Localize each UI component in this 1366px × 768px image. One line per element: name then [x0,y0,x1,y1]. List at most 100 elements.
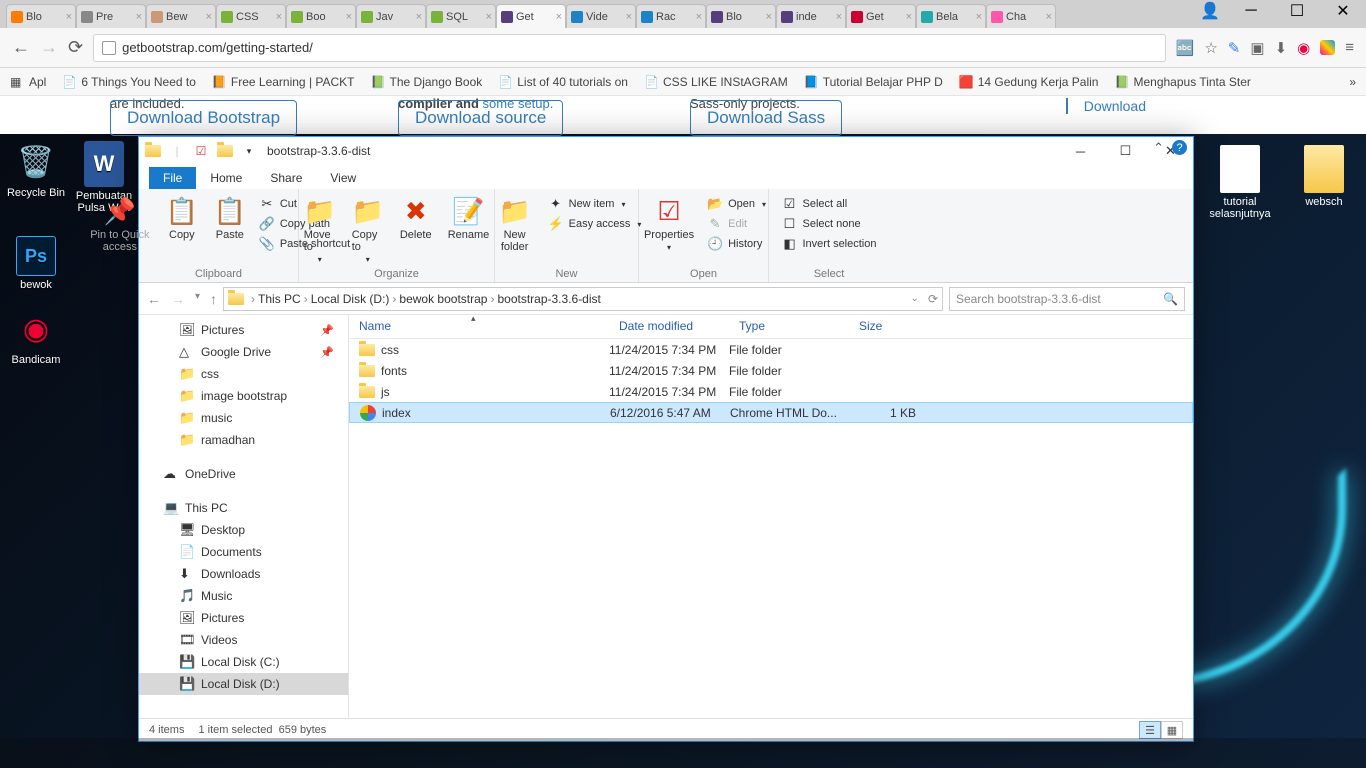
bookmark-item[interactable]: 📗Menghapus Tinta Ster [1114,75,1250,89]
title-bar[interactable]: | ☑ ▾ bootstrap-3.3.6-dist ─ ☐ ✕ [139,137,1193,165]
col-name[interactable]: Name [349,315,609,338]
select-none-button[interactable]: ☐Select none [779,214,880,234]
back-button[interactable]: ← [147,291,161,307]
desktop-icon-tutorial[interactable]: tutorial selasnjutnya [1208,145,1272,220]
properties-icon[interactable]: ☑ [193,143,209,159]
nav-item[interactable]: 🎵Music [139,585,348,607]
forward-button[interactable]: → [40,37,58,58]
nav-pane[interactable]: 🖼Pictures📌△Google Drive📌📁css📁image boots… [139,315,349,718]
pin-quick-access-button[interactable]: 📌Pin to Quick access [84,192,156,256]
nav-item[interactable]: 💻This PC [139,497,348,519]
close-tab-icon[interactable]: × [556,11,562,23]
bookmark-item[interactable]: 📄List of 40 tutorials on [498,75,628,89]
browser-tab[interactable]: Bew× [146,4,216,28]
browser-tab[interactable]: Bela× [916,4,986,28]
browser-tab[interactable]: Blo× [706,4,776,28]
browser-tab[interactable]: Get× [846,4,916,28]
menu-icon[interactable]: ≡ [1345,39,1354,56]
browser-tab[interactable]: Cha× [986,4,1056,28]
nav-item[interactable]: 🎞Videos [139,629,348,651]
edit-button[interactable]: ✎Edit [704,214,769,234]
easy-access-button[interactable]: ⚡Easy access▾ [545,214,645,234]
recent-dropdown-icon[interactable]: ▾ [195,291,200,307]
ext5-icon[interactable] [1320,40,1335,55]
desktop-icon-websch[interactable]: websch [1292,145,1356,220]
close-tab-icon[interactable]: × [626,11,632,23]
copy-button[interactable]: 📋Copy [160,192,204,256]
browser-tab[interactable]: Jav× [356,4,426,28]
sidebar-download-link[interactable]: Download [1066,98,1146,114]
breadcrumb-item[interactable]: This PC [258,292,301,306]
bookmark-item[interactable]: 🟥14 Gedung Kerja Palin [959,75,1099,89]
browser-tab[interactable]: Blo× [6,4,76,28]
breadcrumb-item[interactable]: Local Disk (D:) [311,292,390,306]
nav-item[interactable]: ⬇Downloads [139,563,348,585]
chrome-close[interactable]: ✕ [1320,0,1366,22]
translate-icon[interactable]: 🔤 [1176,39,1195,57]
ext2-icon[interactable]: ▣ [1250,39,1264,57]
reload-button[interactable]: ⟳ [68,37,83,58]
browser-tab[interactable]: SQL× [426,4,496,28]
star-icon[interactable]: ☆ [1204,39,1217,57]
browser-tab[interactable]: inde× [776,4,846,28]
bookmark-item[interactable]: 📙Free Learning | PACKT [212,75,355,89]
chrome-minimize[interactable]: ─ [1228,0,1274,22]
nav-item[interactable]: 📁image bootstrap [139,385,348,407]
close-tab-icon[interactable]: × [206,11,212,23]
download-sass-button[interactable]: Download Sass [690,100,842,136]
invert-selection-button[interactable]: ◧Invert selection [779,234,880,254]
file-row[interactable]: js11/24/2015 7:34 PMFile folder [349,381,1193,402]
file-row[interactable]: index6/12/2016 5:47 AMChrome HTML Do...1… [349,402,1193,423]
search-input[interactable]: Search bootstrap-3.3.6-dist🔍 [949,287,1185,311]
breadcrumb-item[interactable]: bewok bootstrap [399,292,487,306]
chrome-user-icon[interactable]: 👤 [1192,0,1228,22]
new-folder-button[interactable]: 📁New folder [489,192,541,256]
url-input[interactable]: getbootstrap.com/getting-started/ [93,34,1166,62]
rename-button[interactable]: 📝Rename [442,192,496,267]
ext1-icon[interactable]: ✎ [1228,39,1241,57]
download-source-button[interactable]: Download source [398,100,563,136]
tab-view[interactable]: View [316,167,370,189]
nav-item[interactable]: 🖥Desktop [139,519,348,541]
close-tab-icon[interactable]: × [976,11,982,23]
browser-tab[interactable]: CSS× [216,4,286,28]
delete-button[interactable]: ✖Delete [394,192,438,267]
up-button[interactable]: ↑ [210,291,217,307]
breadcrumb-item[interactable]: bootstrap-3.3.6-dist [497,292,600,306]
refresh-icon[interactable]: ⟳ [928,292,938,306]
bookmark-item[interactable]: 📄CSS LIKE INStAGRAM [644,75,788,89]
close-tab-icon[interactable]: × [1046,11,1052,23]
new-item-button[interactable]: ✦New item▾ [545,194,645,214]
desktop-icon-bandicam[interactable]: ◉Bandicam [4,307,68,366]
breadcrumb-dropdown-icon[interactable]: ⌄ [911,293,919,304]
properties-button[interactable]: ☑Properties▾ [638,192,700,255]
nav-item[interactable]: ☁OneDrive [139,463,348,485]
new-folder-icon[interactable] [217,143,233,159]
details-view-button[interactable]: ☰ [1139,721,1161,739]
close-tab-icon[interactable]: × [766,11,772,23]
close-tab-icon[interactable]: × [346,11,352,23]
bookmark-overflow-icon[interactable]: » [1349,75,1356,89]
nav-item[interactable]: 💾Local Disk (D:) [139,673,348,695]
tab-file[interactable]: File [149,167,196,189]
nav-item[interactable]: 📁music [139,407,348,429]
desktop-icon-bewok[interactable]: Psbewok [4,236,68,291]
close-tab-icon[interactable]: × [696,11,702,23]
chevron-up-icon[interactable]: ⌃ [1153,140,1164,156]
close-tab-icon[interactable]: × [66,11,72,23]
close-tab-icon[interactable]: × [136,11,142,23]
browser-tab[interactable]: Get× [496,4,566,28]
browser-tab[interactable]: Pre× [76,4,146,28]
chrome-maximize[interactable]: ☐ [1274,0,1320,22]
browser-tab[interactable]: Boo× [286,4,356,28]
nav-item[interactable]: 📁ramadhan [139,429,348,451]
select-all-button[interactable]: ☑Select all [779,194,880,214]
browser-tab[interactable]: Vide× [566,4,636,28]
close-tab-icon[interactable]: × [836,11,842,23]
bookmark-item[interactable]: 📗The Django Book [371,75,483,89]
col-date[interactable]: Date modified [609,315,729,338]
qat-dropdown-icon[interactable]: ▾ [241,143,257,159]
nav-item[interactable]: 🖼Pictures [139,607,348,629]
tab-home[interactable]: Home [196,167,256,189]
nav-item[interactable]: 🖼Pictures📌 [139,319,348,341]
